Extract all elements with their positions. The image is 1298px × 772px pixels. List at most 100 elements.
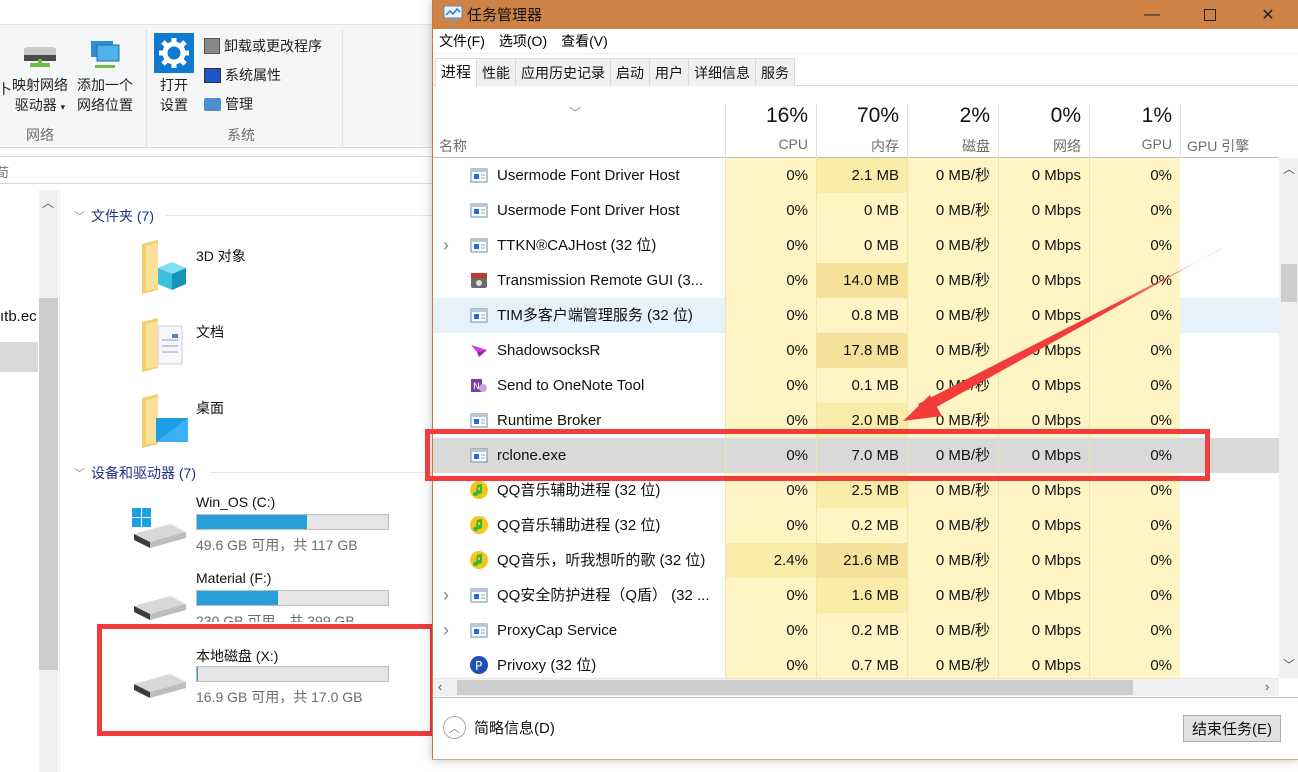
drive-item[interactable]: Win_OS (C:) 49.6 GB 可用，共 117 GB [130,494,400,558]
manage-label: 管理 [225,96,253,112]
column-header-gpu-engine[interactable]: GPU 引擎 [1180,104,1279,158]
disk-cell: 0 MB/秒 [907,648,998,678]
nav-selected-item[interactable] [0,342,38,372]
table-row[interactable]: › ProxyCap Service 0% 0.2 MB 0 MB/秒 0 Mbps 0% [433,613,1279,648]
table-row[interactable]: TIM多客户端管理服务 (32 位) 0% 0.8 MB 0 MB/秒 0 Mbps 0% [433,298,1279,333]
tab-processes[interactable]: 进程 [435,58,478,87]
network-label: 网络 [1053,138,1081,154]
table-row[interactable]: QQ音乐辅助进程 (32 位) 0% 0.2 MB 0 MB/秒 0 Mbps 0% [433,508,1279,543]
tab-users[interactable]: 用户 [649,58,690,86]
nav-item-partial[interactable]: ıtb.ec [0,308,37,325]
tab-startup[interactable]: 启动 [610,58,651,86]
menu-file[interactable]: 文件(F) [439,31,485,51]
tab-services[interactable]: 服务 [755,58,796,86]
fewer-details-button[interactable]: ︿ 简略信息(D) [443,716,555,739]
cpu-cell: 0% [725,403,816,438]
column-header-disk[interactable]: 2% 磁盘 [907,104,998,158]
table-row[interactable]: Usermode Font Driver Host 0% 0 MB 0 MB/秒 0 M… [433,193,1279,228]
column-header-memory[interactable]: 70% 内存 [816,104,907,158]
expand-chevron-icon[interactable]: › [443,613,449,648]
app-window-icon [470,413,488,428]
add-network-location-button[interactable]: 添加一个 网络位置 [72,39,138,115]
table-row[interactable]: › QQ安全防护进程（Q盾） (32 ... 0% 1.6 MB 0 MB/秒 0 Mbp… [433,578,1279,613]
system-properties-button[interactable]: 系统属性 [204,65,281,85]
process-name-cell: ShadowsocksR [433,333,725,368]
menu-view[interactable]: 查看(V) [561,31,608,51]
table-row[interactable]: QQ音乐，听我想听的歌 (32 位) 2.4% 21.6 MB 0 MB/秒 0 Mbp… [433,543,1279,578]
table-row[interactable]: P Privoxy (32 位) 0% 0.7 MB 0 MB/秒 0 Mbps 0% [433,648,1279,678]
horizontal-scrollbar-thumb[interactable] [457,680,1133,695]
end-task-button[interactable]: 结束任务(E) [1183,715,1281,742]
expand-chevron-icon[interactable]: › [443,228,449,263]
paper-plane-icon [471,345,487,357]
folder-item[interactable]: 文档 [140,316,224,377]
column-header-gpu[interactable]: 1% GPU [1089,104,1180,158]
drive-item[interactable]: Material (F:) 230 GB 可用，共 399 GB [130,570,400,626]
drives-section-header[interactable]: ﹀ 设备和驱动器 (7) [74,463,196,483]
tab-app-history[interactable]: 应用历史记录 [515,58,612,86]
app-window-icon [470,623,488,638]
tab-details[interactable]: 详细信息 [688,58,757,86]
close-icon: ✕ [1261,6,1275,24]
close-button[interactable]: ✕ [1239,0,1297,29]
process-name-cell: › QQ安全防护进程（Q盾） (32 ... [433,578,725,613]
nav-scrollbar-thumb[interactable] [39,298,58,670]
vertical-scrollbar[interactable]: ︿ ﹀ [1279,158,1298,678]
table-row[interactable]: N Send to OneNote Tool 0% 0.1 MB 0 MB/秒 0 Mbp… [433,368,1279,403]
process-name: Usermode Font Driver Host [497,167,680,184]
memory-cell: 1.6 MB [816,578,907,613]
minimize-button[interactable]: — [1123,0,1181,29]
cpu-cell: 0% [725,298,816,333]
maximize-button[interactable] [1181,0,1239,29]
table-row[interactable]: › TTKN®CAJHost (32 位) 0% 0 MB 0 MB/秒 0 Mbps 0% [433,228,1279,263]
menu-options[interactable]: 选项(O) [499,31,547,51]
folders-section-header[interactable]: ﹀ 文件夹 (7) [74,206,154,226]
svg-text:N: N [473,382,480,392]
disk-total-pct: 2% [959,104,990,127]
scroll-left-icon[interactable]: ‹ [438,679,442,694]
table-row[interactable]: Runtime Broker 0% 2.0 MB 0 MB/秒 0 Mbps 0% [433,403,1279,438]
uninstall-programs-button[interactable]: 卸载或更改程序 [204,36,322,56]
system-properties-label: 系统属性 [225,67,281,83]
process-name-cell: QQ音乐辅助进程 (32 位) [433,508,725,543]
memory-cell: 2.0 MB [816,403,907,438]
table-row-selected[interactable]: rclone.exe 0% 7.0 MB 0 MB/秒 0 Mbps 0% [433,438,1279,473]
disk-cell: 0 MB/秒 [907,228,998,263]
table-row[interactable]: ShadowsocksR 0% 17.8 MB 0 MB/秒 0 Mbps 0% [433,333,1279,368]
scroll-right-icon[interactable]: › [1265,679,1269,694]
address-bar[interactable]: 荀 [0,156,432,184]
scroll-down-icon[interactable]: ﹀ [1283,656,1295,673]
column-header-name[interactable]: ﹀ 名称 [433,104,725,158]
expand-chevron-icon[interactable]: › [443,578,449,613]
open-settings-button[interactable]: 打开 设置 [153,33,195,115]
scroll-up-icon[interactable]: ︿ [1283,160,1295,177]
drive-item[interactable]: 本地磁盘 (X:) 16.9 GB 可用，共 17.0 GB [130,646,400,710]
table-row[interactable]: QQ音乐辅助进程 (32 位) 0% 2.5 MB 0 MB/秒 0 Mbps 0% [433,473,1279,508]
process-name-cell: QQ音乐辅助进程 (32 位) [433,473,725,508]
process-name: QQ音乐辅助进程 (32 位) [497,517,661,534]
manage-button[interactable]: 管理 [204,94,253,114]
open-settings-line1: 打开 [160,77,188,93]
memory-cell: 21.6 MB [816,543,907,578]
drive-name: Win_OS (C:) [196,494,276,510]
title-bar[interactable]: 任务管理器 — ✕ [433,0,1298,29]
chevron-down-icon: ﹀ [74,211,85,223]
folder-item[interactable]: 3D 对象 [140,238,246,299]
network-cell: 0 Mbps [998,613,1089,648]
column-header-network[interactable]: 0% 网络 [998,104,1089,158]
cpu-cell: 0% [725,648,816,678]
gpu-cell: 0% [1089,263,1180,298]
memory-cell: 0 MB [816,193,907,228]
gpu-cell: 0% [1089,403,1180,438]
network-cell: 0 Mbps [998,298,1089,333]
table-row[interactable]: Transmission Remote GUI (3... 0% 14.0 MB 0 … [433,263,1279,298]
column-header-cpu[interactable]: 16% CPU [725,104,816,158]
maximize-icon [1204,8,1216,21]
tab-performance[interactable]: 性能 [476,58,517,86]
table-row[interactable]: Usermode Font Driver Host 0% 2.1 MB 0 MB/秒 0… [433,158,1279,193]
map-network-drive-button[interactable]: 映射网络 驱动器 ▾ [8,39,72,117]
folder-name: 桌面 [196,400,224,416]
folder-item[interactable]: 桌面 [140,392,224,453]
scroll-up-icon[interactable]: ︿ [42,194,54,211]
vertical-scrollbar-thumb[interactable] [1281,264,1297,302]
